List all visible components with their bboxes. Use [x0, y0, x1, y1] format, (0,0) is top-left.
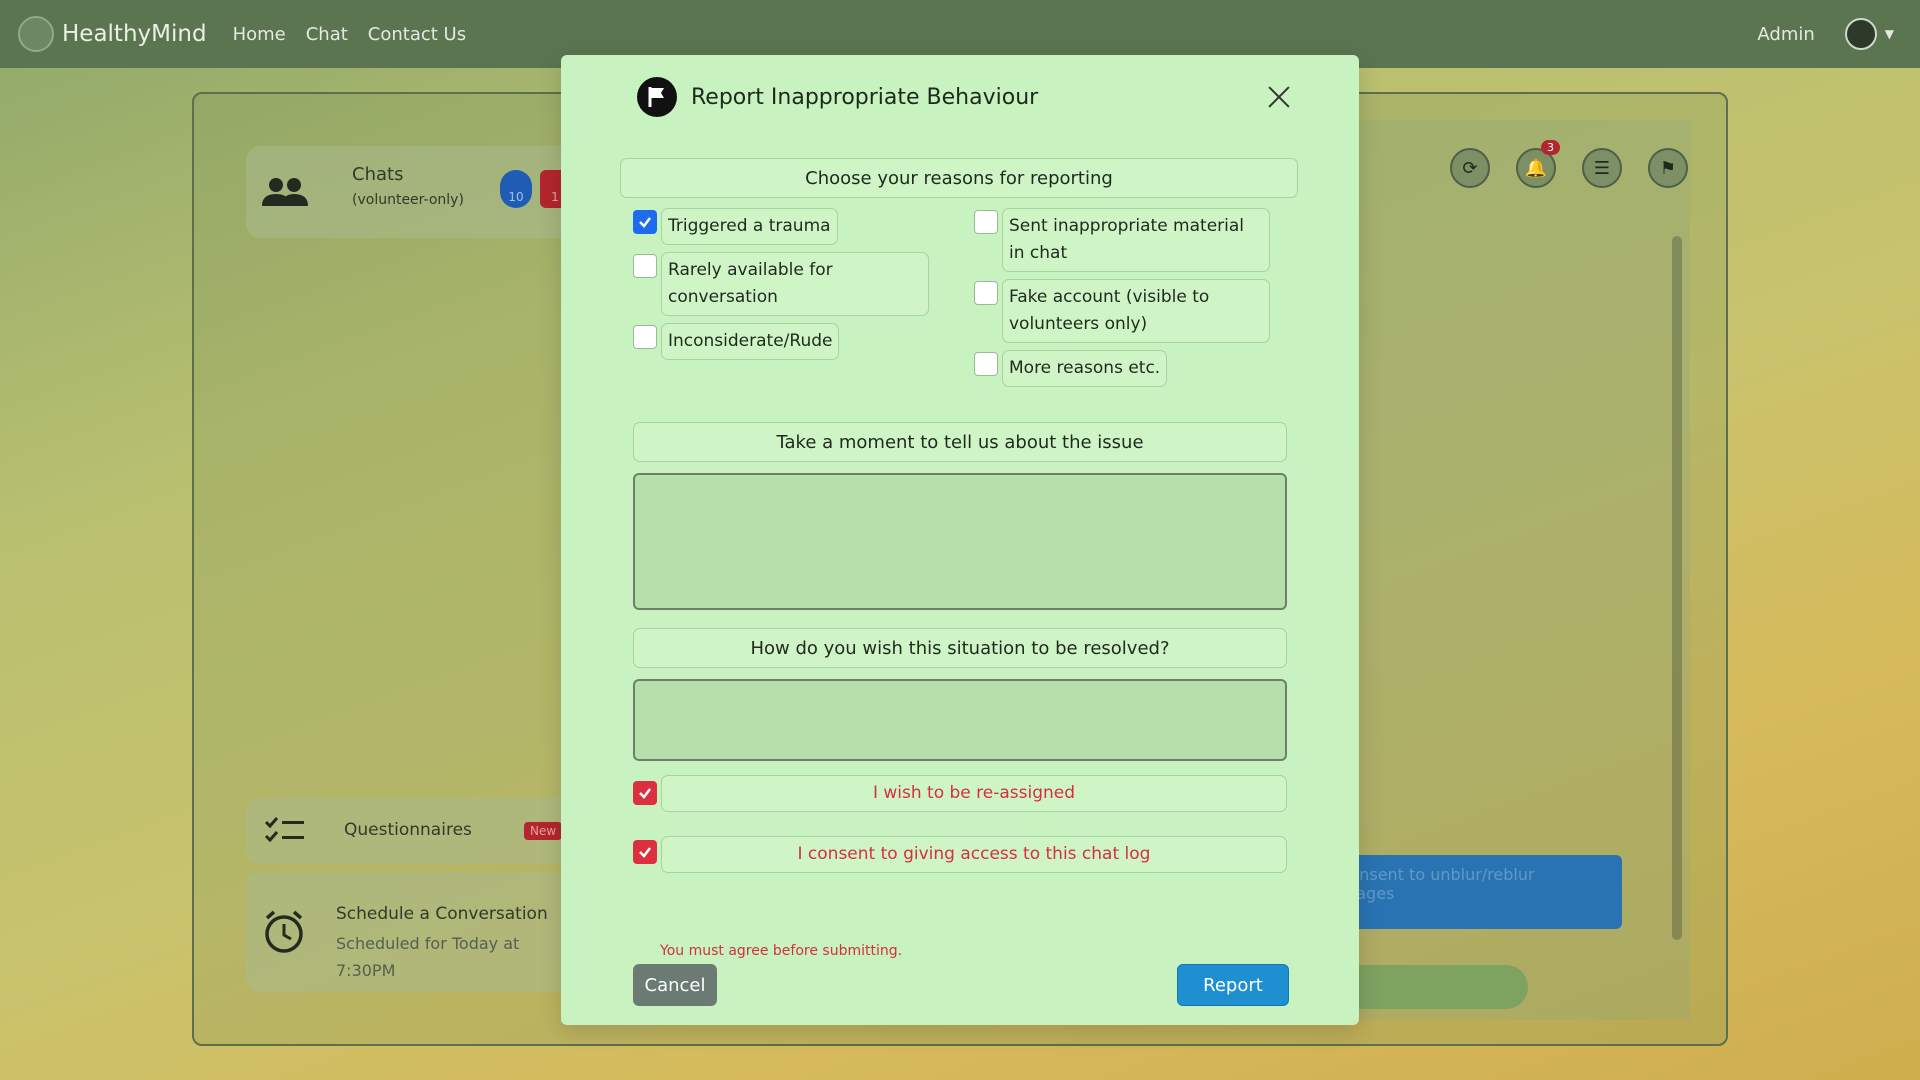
- issue-heading: Take a moment to tell us about the issue: [633, 422, 1287, 462]
- checkbox-inconsiderate-rude[interactable]: [633, 325, 657, 349]
- chats-card[interactable]: Chats (volunteer-only) 10 1: [246, 146, 586, 238]
- report-button[interactable]: Report: [1177, 964, 1289, 1006]
- questionnaires-label: Questionnaires: [344, 820, 472, 840]
- refresh-button[interactable]: ⟳: [1450, 148, 1490, 188]
- reason-fake-account[interactable]: Fake account (visible to volunteers only…: [974, 279, 1270, 343]
- nav-link-home[interactable]: Home: [233, 24, 286, 45]
- chats-count-badge: 10: [500, 170, 532, 208]
- brand-name: HealthyMind: [62, 21, 207, 47]
- reason-inappropriate-material[interactable]: Sent inappropriate material in chat: [974, 208, 1270, 272]
- reason-more[interactable]: More reasons etc.: [974, 350, 1168, 387]
- checkbox-reassign[interactable]: [633, 781, 657, 805]
- report-flag-icon: [637, 77, 677, 117]
- report-flag-button[interactable]: ⚑: [1648, 148, 1688, 188]
- user-name[interactable]: Admin: [1757, 24, 1814, 45]
- notification-count-badge: 3: [1541, 140, 1560, 155]
- consent-warning: You must agree before submitting.: [660, 943, 903, 959]
- user-menu[interactable]: ▼: [1844, 18, 1894, 50]
- checkbox-more-reasons[interactable]: [974, 352, 998, 376]
- modal-header: Report Inappropriate Behaviour: [637, 77, 1038, 117]
- reasons-heading: Choose your reasons for reporting: [620, 158, 1298, 198]
- hamburger-icon: ☰: [1593, 157, 1611, 179]
- schedule-subtitle: Scheduled for Today at 7:30PM: [336, 934, 520, 980]
- chats-title: Chats: [352, 164, 404, 185]
- reason-label: Triggered a trauma: [661, 208, 838, 245]
- notifications-button[interactable]: 🔔 3: [1516, 140, 1560, 188]
- resolve-textarea[interactable]: [633, 679, 1287, 761]
- nav-right: Admin ▼: [1757, 0, 1894, 68]
- chat-toolbar: ⟳ 🔔 3 ☰ ⚑: [1450, 140, 1688, 188]
- menu-button[interactable]: ☰: [1582, 148, 1622, 188]
- chat-scrollbar[interactable]: [1672, 236, 1682, 940]
- chats-subtitle: (volunteer-only): [352, 192, 464, 208]
- new-badge: New: [524, 822, 563, 840]
- reason-rarely-available[interactable]: Rarely available for conversation: [633, 252, 929, 316]
- checkbox-triggered-trauma[interactable]: [633, 210, 657, 234]
- reason-label: Inconsiderate/Rude: [661, 323, 840, 360]
- cancel-button[interactable]: Cancel: [633, 964, 717, 1006]
- avatar-icon: [1844, 18, 1877, 50]
- checkbox-rarely-available[interactable]: [633, 254, 657, 278]
- checkbox-inappropriate-material[interactable]: [974, 210, 998, 234]
- checklist-icon: [264, 817, 304, 843]
- questionnaires-card[interactable]: Questionnaires New: [246, 798, 586, 864]
- nav-link-chat[interactable]: Chat: [306, 24, 348, 45]
- report-modal: Report Inappropriate Behaviour Choose yo…: [561, 55, 1359, 1025]
- refresh-icon: ⟳: [1462, 157, 1478, 179]
- consent-option[interactable]: I consent to giving access to this chat …: [633, 836, 1287, 873]
- reason-label: Fake account (visible to volunteers only…: [1002, 279, 1270, 343]
- chevron-down-icon: ▼: [1884, 27, 1894, 41]
- reason-label: Sent inappropriate material in chat: [1002, 208, 1270, 272]
- brand-logo-icon: [18, 16, 54, 52]
- flag-icon: ⚑: [1659, 157, 1677, 179]
- issue-textarea[interactable]: [633, 473, 1287, 610]
- bell-icon: 🔔: [1524, 157, 1548, 179]
- brand[interactable]: HealthyMind: [18, 16, 207, 52]
- close-icon[interactable]: [1265, 83, 1293, 111]
- nav-links: Home Chat Contact Us: [233, 24, 467, 45]
- reason-triggered-trauma[interactable]: Triggered a trauma: [633, 208, 838, 245]
- consent-label: I consent to giving access to this chat …: [661, 836, 1287, 873]
- reason-label: Rarely available for conversation: [661, 252, 929, 316]
- modal-title: Report Inappropriate Behaviour: [691, 84, 1039, 110]
- schedule-title: Schedule a Conversation: [336, 904, 548, 924]
- reassign-label: I wish to be re-assigned: [661, 775, 1287, 812]
- resolve-heading: How do you wish this situation to be res…: [633, 628, 1287, 668]
- reason-inconsiderate-rude[interactable]: Inconsiderate/Rude: [633, 323, 840, 360]
- schedule-card[interactable]: Schedule a Conversation Scheduled for To…: [246, 872, 586, 992]
- reason-label: More reasons etc.: [1002, 350, 1168, 387]
- checkbox-fake-account[interactable]: [974, 281, 998, 305]
- people-icon: [262, 178, 308, 206]
- reassign-option[interactable]: I wish to be re-assigned: [633, 775, 1287, 812]
- nav-link-contact[interactable]: Contact Us: [368, 24, 466, 45]
- checkbox-consent[interactable]: [633, 840, 657, 864]
- alarm-clock-icon: [265, 910, 303, 953]
